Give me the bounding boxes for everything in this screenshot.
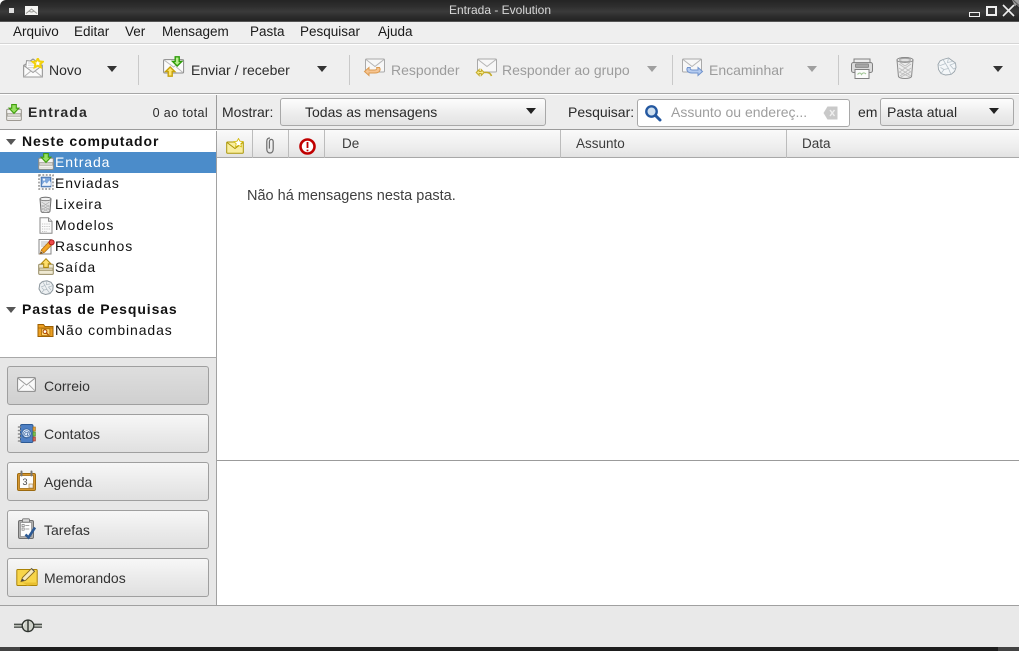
svg-text:3: 3 [22, 477, 27, 487]
svg-text:@: @ [22, 428, 31, 438]
